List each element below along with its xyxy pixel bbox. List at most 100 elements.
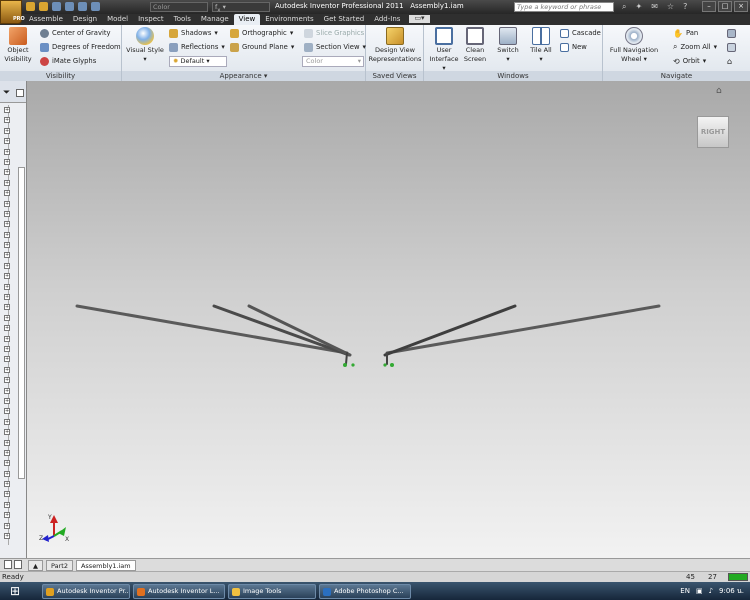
visual-style-button[interactable]: Visual Style ▾	[126, 27, 164, 64]
tree-expand-node[interactable]: +	[4, 148, 10, 155]
reflections-button[interactable]: Reflections ▾	[169, 41, 225, 53]
tree-expand-node[interactable]: +	[4, 512, 10, 519]
tab-add-ins[interactable]: Add-Ins	[369, 14, 405, 25]
view-face-button[interactable]	[727, 41, 736, 53]
tree-expand-node[interactable]: +	[4, 533, 10, 540]
center-of-gravity-button[interactable]: Center of Gravity	[40, 27, 111, 39]
tree-expand-node[interactable]: +	[4, 273, 10, 280]
tab-get-started[interactable]: Get Started	[319, 14, 370, 25]
tab-inspect[interactable]: Inspect	[133, 14, 169, 25]
shadows-button[interactable]: Shadows ▾	[169, 27, 218, 39]
minimize-icon[interactable]: –	[702, 1, 716, 12]
browser-scrollbar[interactable]	[18, 167, 25, 479]
tree-expand-node[interactable]: +	[4, 439, 10, 446]
zoom-all-button[interactable]: ⌕ Zoom All ▾	[673, 41, 717, 53]
color-combo[interactable]: Color	[150, 2, 208, 12]
user-interface-button[interactable]: User Interface ▾	[428, 27, 460, 73]
browser-menu-icon[interactable]	[16, 89, 24, 97]
tree-expand-node[interactable]: +	[4, 387, 10, 394]
help-icon[interactable]: ?	[683, 2, 687, 12]
look-at-button[interactable]	[727, 27, 736, 39]
design-view-button[interactable]: Design View Representations	[368, 27, 422, 64]
tree-expand-node[interactable]: +	[4, 366, 10, 373]
switch-button[interactable]: Switch ▾	[494, 27, 522, 64]
document-tab-part2[interactable]: Part2	[46, 559, 73, 571]
tab-model[interactable]: Model	[102, 14, 133, 25]
object-visibility-button[interactable]: Object Visibility	[3, 27, 33, 64]
tree-expand-node[interactable]: +	[4, 481, 10, 488]
save-icon[interactable]	[52, 2, 61, 11]
start-button[interactable]: ⊞	[0, 582, 30, 600]
communication-icon[interactable]: ✉	[651, 2, 658, 12]
search-icon[interactable]: ⌕	[622, 2, 626, 12]
slice-graphics-button[interactable]: Slice Graphics	[304, 27, 364, 39]
tree-expand-node[interactable]: +	[4, 335, 10, 342]
tab-environments[interactable]: Environments	[260, 14, 318, 25]
taskbar-item[interactable]: Adobe Photoshop C...	[319, 583, 411, 599]
tree-expand-node[interactable]: +	[4, 200, 10, 207]
section-view-button[interactable]: Section View ▾	[304, 41, 366, 53]
left-rod-1[interactable]	[75, 304, 349, 355]
tree-expand-node[interactable]: +	[4, 491, 10, 498]
full-navigation-wheel-button[interactable]: Full Navigation Wheel ▾	[606, 27, 662, 64]
viewcube[interactable]: RIGHT	[697, 116, 729, 148]
orthographic-button[interactable]: Orthographic ▾	[230, 27, 293, 39]
assembly-model[interactable]: Y Z X	[27, 81, 750, 558]
help-search-input[interactable]: Type a keyword or phrase	[514, 2, 614, 12]
tree-expand-node[interactable]: +	[4, 294, 10, 301]
taskbar-item[interactable]: Autodesk Inventor L...	[133, 583, 225, 599]
tab-view[interactable]: View	[233, 14, 261, 25]
graphics-window[interactable]: Y Z X	[27, 81, 750, 558]
maximize-icon[interactable]: □	[718, 1, 732, 12]
language-indicator[interactable]: EN	[680, 587, 690, 595]
tree-expand-node[interactable]: +	[4, 345, 10, 352]
tree-expand-node[interactable]: +	[4, 179, 10, 186]
imate-glyphs-button[interactable]: iMate Glyphs	[40, 55, 96, 67]
tree-expand-node[interactable]: +	[4, 127, 10, 134]
subscription-icon[interactable]: ✦	[635, 2, 642, 12]
orbit-button[interactable]: ⟲ Orbit ▾	[673, 55, 706, 67]
taskbar-item[interactable]: Image Tools	[228, 583, 316, 599]
undo-icon[interactable]	[65, 2, 74, 11]
left-rod-2[interactable]	[212, 304, 351, 357]
constraint-glyph[interactable]	[343, 363, 347, 367]
tree-expand-node[interactable]: +	[4, 304, 10, 311]
tree-expand-node[interactable]: +	[4, 377, 10, 384]
tree-expand-node[interactable]: +	[4, 522, 10, 529]
tab-tools[interactable]: Tools	[169, 14, 196, 25]
color-override-select[interactable]: Color ▾	[302, 56, 364, 67]
right-rod-1[interactable]	[385, 304, 661, 355]
tree-expand-node[interactable]: +	[4, 449, 10, 456]
left-rod-3[interactable]	[247, 304, 352, 357]
tree-expand-node[interactable]: +	[4, 283, 10, 290]
tree-expand-node[interactable]: +	[4, 221, 10, 228]
taskbar-item[interactable]: Autodesk Inventor Pr...	[42, 583, 130, 599]
parameter-combo[interactable]: fx ▾	[212, 2, 270, 13]
tab-design[interactable]: Design	[68, 14, 102, 25]
tree-expand-node[interactable]: +	[4, 418, 10, 425]
filter-icon[interactable]: ⏷	[3, 89, 10, 98]
tile-docs-icon[interactable]	[4, 560, 12, 569]
redo-icon[interactable]	[78, 2, 87, 11]
constraint-glyph[interactable]	[383, 363, 387, 367]
tree-expand-node[interactable]: +	[4, 158, 10, 165]
lighting-style-select[interactable]: ✹ Default ▾	[169, 56, 227, 67]
tree-expand-node[interactable]: +	[4, 169, 10, 176]
clean-screen-button[interactable]: Clean Screen	[462, 27, 488, 64]
tree-expand-node[interactable]: +	[4, 356, 10, 363]
ground-plane-button[interactable]: Ground Plane ▾	[230, 41, 294, 53]
volume-icon[interactable]: ♪	[709, 587, 713, 595]
constraint-glyph[interactable]	[351, 363, 355, 367]
tree-expand-node[interactable]: +	[4, 501, 10, 508]
new-icon[interactable]	[26, 2, 35, 11]
ribbon-minimize-icon[interactable]: ▭▾	[409, 15, 430, 23]
tree-expand-node[interactable]: +	[4, 190, 10, 197]
favorites-icon[interactable]: ☆	[667, 2, 674, 12]
tree-expand-node[interactable]: +	[4, 470, 10, 477]
tree-expand-node[interactable]: +	[4, 231, 10, 238]
document-tab-assembly1[interactable]: Assembly1.iam	[75, 559, 136, 571]
tab-manage[interactable]: Manage	[196, 14, 234, 25]
tab-assemble[interactable]: Assemble	[24, 14, 68, 25]
tree-expand-node[interactable]: +	[4, 138, 10, 145]
network-icon[interactable]: ▣	[696, 587, 703, 595]
